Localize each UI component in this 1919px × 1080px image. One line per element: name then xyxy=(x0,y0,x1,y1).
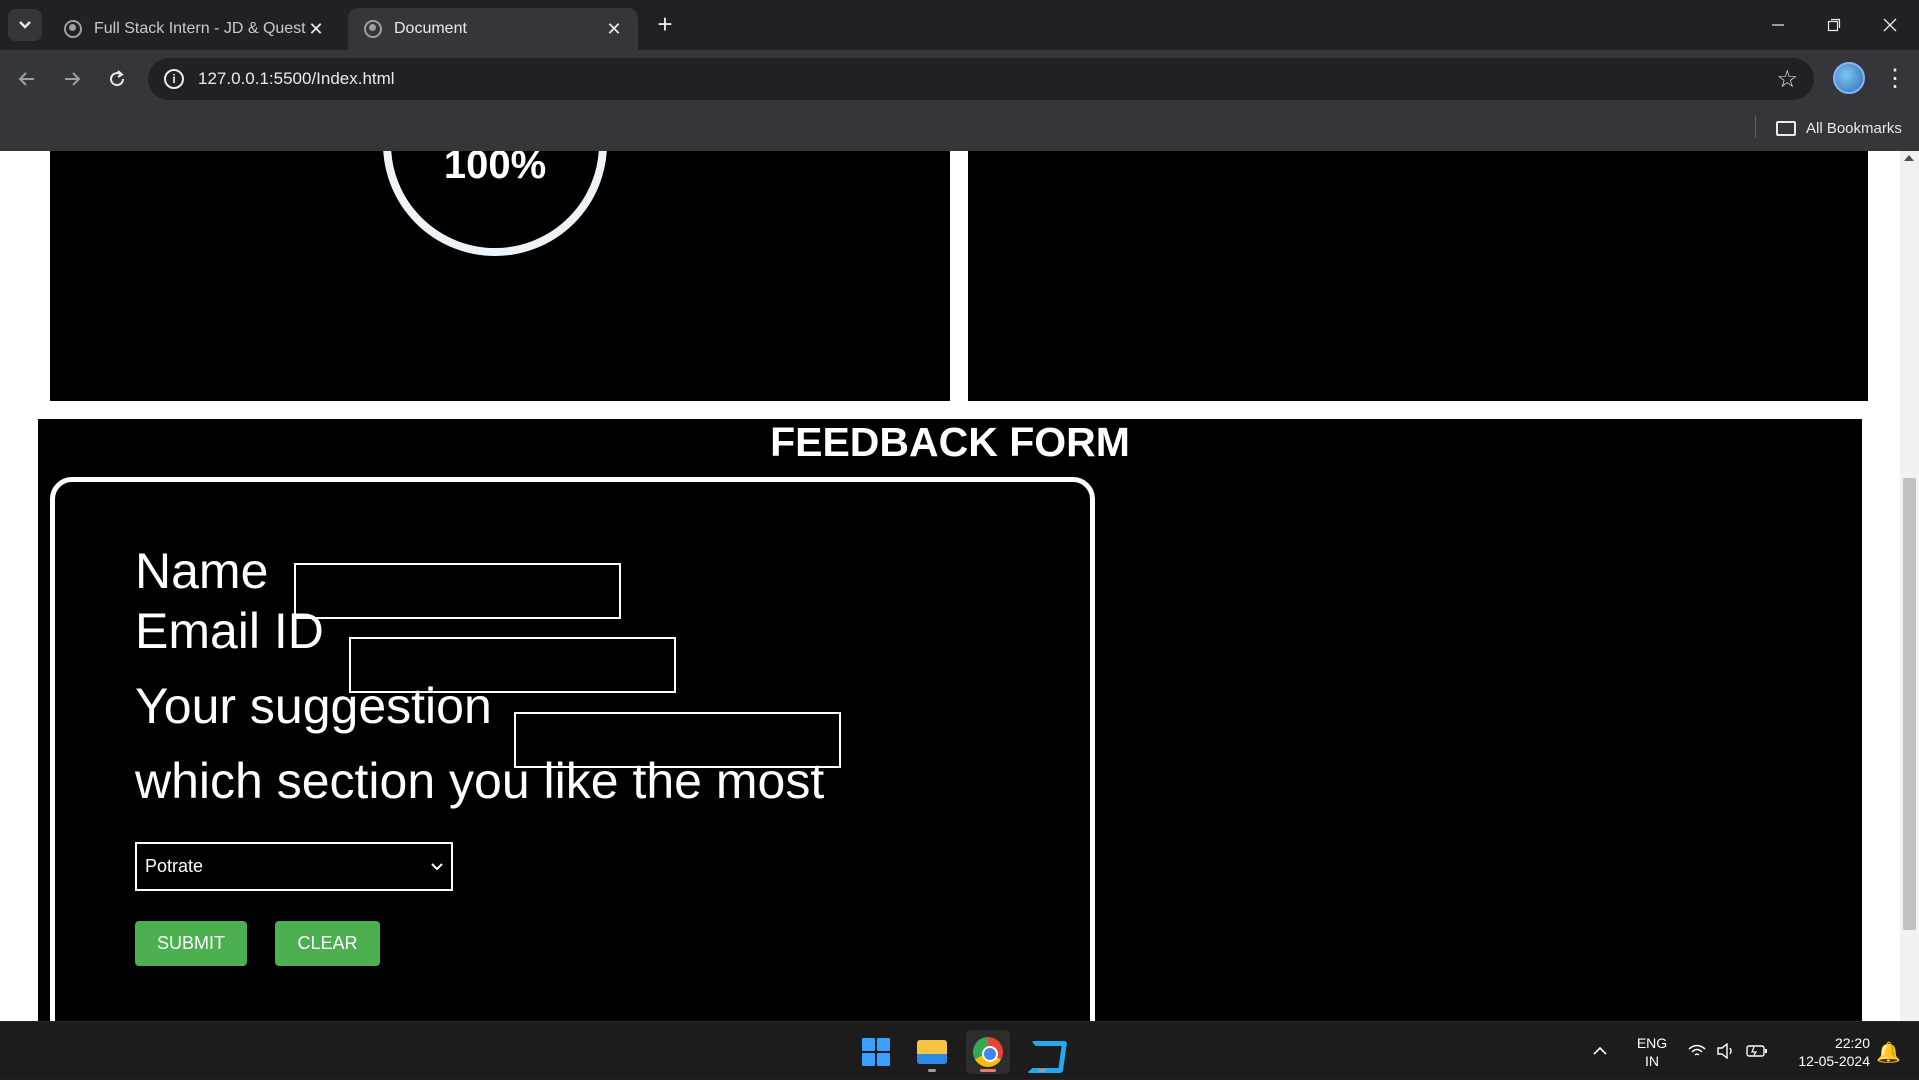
tab-strip: Full Stack Intern - JD & Questio ✕ Docum… xyxy=(0,0,1919,50)
region-code: IN xyxy=(1645,1053,1659,1069)
chevron-down-icon xyxy=(431,862,443,870)
vertical-scrollbar[interactable] xyxy=(1900,151,1919,1021)
all-bookmarks-label: All Bookmarks xyxy=(1806,119,1902,137)
name-input[interactable] xyxy=(294,563,621,619)
feedback-form: Name Email ID Your suggestion which sect… xyxy=(50,477,1095,1021)
address-bar[interactable]: i 127.0.0.1:5500/Index.html ☆ xyxy=(148,58,1814,100)
tab-title: Full Stack Intern - JD & Questio xyxy=(94,20,306,37)
close-icon xyxy=(1883,18,1897,32)
close-icon[interactable]: ✕ xyxy=(306,19,326,40)
show-hidden-icons-button[interactable] xyxy=(1592,1022,1608,1080)
chevron-up-icon xyxy=(1593,1046,1607,1055)
running-indicator xyxy=(1038,1069,1046,1072)
browser-toolbar: i 127.0.0.1:5500/Index.html ☆ ⋮ xyxy=(0,50,1919,108)
clear-button[interactable]: CLEAR xyxy=(275,921,380,966)
all-bookmarks-button[interactable]: All Bookmarks xyxy=(1776,116,1902,140)
feedback-title: FEEDBACK FORM xyxy=(770,419,1130,465)
email-label: Email ID xyxy=(135,603,324,659)
arrow-left-icon xyxy=(18,72,34,86)
menu-kebab-icon[interactable]: ⋮ xyxy=(1880,62,1910,96)
battery-icon[interactable] xyxy=(1746,1022,1768,1080)
minimize-icon xyxy=(1772,24,1784,26)
chrome-icon xyxy=(973,1037,1003,1067)
bookmarks-bar: All Bookmarks xyxy=(0,108,1919,151)
close-icon[interactable]: ✕ xyxy=(604,19,624,40)
forward-button[interactable] xyxy=(55,62,89,96)
reload-icon xyxy=(110,70,125,87)
file-explorer-button[interactable] xyxy=(910,1030,954,1074)
close-window-button[interactable] xyxy=(1862,0,1918,50)
progress-panel: 100% xyxy=(50,151,950,401)
vscode-icon xyxy=(1027,1037,1057,1067)
submit-button[interactable]: SUBMIT xyxy=(135,921,247,966)
wifi-icon[interactable] xyxy=(1688,1022,1706,1080)
minimize-button[interactable] xyxy=(1750,0,1806,50)
clock-time: 22:20 xyxy=(1834,1035,1870,1051)
new-tab-button[interactable]: + xyxy=(650,10,680,40)
site-info-icon[interactable]: i xyxy=(164,69,184,89)
start-button[interactable] xyxy=(854,1030,898,1074)
progress-percentage: 100% xyxy=(443,151,547,187)
bookmark-star-icon[interactable]: ☆ xyxy=(1776,65,1798,94)
section-select-value: Potrate xyxy=(145,856,204,876)
restore-button[interactable] xyxy=(1806,0,1862,50)
active-indicator xyxy=(980,1069,996,1072)
arrow-right-icon xyxy=(65,72,81,86)
right-panel xyxy=(968,151,1868,401)
running-indicator xyxy=(928,1069,936,1072)
notification-bell-icon[interactable]: 🔔 xyxy=(1876,1040,1901,1065)
feedback-section: FEEDBACK FORM Name Email ID Your suggest… xyxy=(38,419,1862,1021)
globe-icon xyxy=(64,20,82,38)
windows-logo-icon xyxy=(862,1038,890,1066)
back-button[interactable] xyxy=(10,62,44,96)
page-viewport: 100% FEEDBACK FORM Name Email ID Your su… xyxy=(0,151,1900,1021)
taskbar: ENG IN 22:20 12-05-2024 🔔 xyxy=(0,1021,1919,1079)
restore-icon xyxy=(1827,18,1841,32)
language-indicator[interactable]: ENG IN xyxy=(1635,1034,1669,1070)
section-select[interactable]: Potrate xyxy=(135,842,453,891)
clock-date: 12-05-2024 xyxy=(1798,1053,1870,1069)
profile-avatar-icon[interactable] xyxy=(1833,62,1865,94)
scrollbar-thumb[interactable] xyxy=(1903,478,1916,930)
folder-icon xyxy=(917,1040,947,1064)
volume-icon[interactable] xyxy=(1716,1022,1736,1080)
scroll-up-arrow-icon[interactable] xyxy=(1904,155,1914,161)
chevron-down-icon xyxy=(19,21,31,29)
chrome-button[interactable] xyxy=(966,1030,1010,1074)
suggestion-label: Your suggestion xyxy=(135,678,492,734)
section-question: which section you like the most xyxy=(135,753,825,809)
reload-button[interactable] xyxy=(100,62,134,96)
bookmarks-separator xyxy=(1755,116,1756,138)
globe-icon xyxy=(364,20,382,38)
tab-title: Document xyxy=(394,20,467,37)
folder-icon xyxy=(1776,120,1796,136)
system-clock[interactable]: 22:20 12-05-2024 xyxy=(1782,1034,1870,1070)
tab-search-button[interactable] xyxy=(8,9,42,41)
url-text[interactable]: 127.0.0.1:5500/Index.html xyxy=(198,69,1776,89)
name-label: Name xyxy=(135,543,269,599)
tab-full-stack-intern[interactable]: Full Stack Intern - JD & Questio ✕ xyxy=(48,8,340,50)
language-code: ENG xyxy=(1636,1035,1668,1051)
vscode-button[interactable] xyxy=(1020,1030,1064,1074)
tab-document[interactable]: Document ✕ xyxy=(348,8,638,50)
